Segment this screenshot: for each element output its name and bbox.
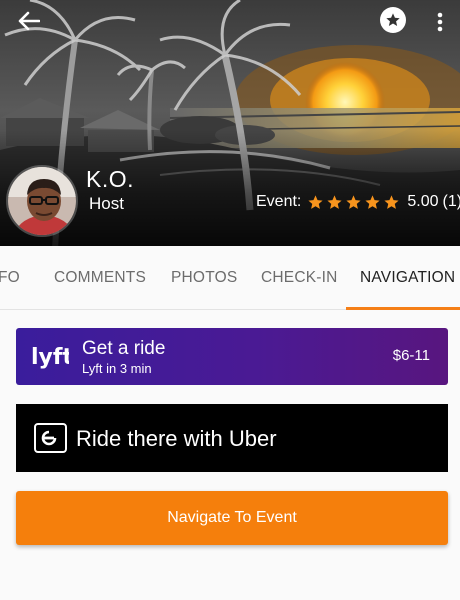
star-icon [308,194,323,209]
tab-check-in[interactable]: CHECK-IN [261,246,338,310]
tab-label: COMMENTS [54,269,147,286]
star-icon [327,194,342,209]
tab-label: CHECK-IN [261,269,338,286]
navigate-to-event-button[interactable]: Navigate To Event [16,491,448,545]
svg-text:lyft: lyft [31,345,69,370]
host-avatar[interactable] [6,165,78,237]
tab-photos[interactable]: PHOTOS [171,246,237,310]
tab-label: NAVIGATION [360,269,456,286]
tab-label: FO [0,269,20,286]
star-icon [384,194,399,209]
event-rating-label: Event: [256,193,302,210]
uber-logo-icon [34,423,67,453]
uber-ride-button[interactable]: Ride there with Uber [16,404,448,472]
navigate-button-label: Navigate To Event [167,509,297,526]
arrow-left-icon [18,11,40,31]
uber-label: Ride there with Uber [76,426,277,451]
tab-label: PHOTOS [171,269,238,286]
lyft-title: Get a ride [82,338,166,359]
tab-navigation[interactable]: NAVIGATION [360,246,455,310]
active-tab-indicator [346,307,460,310]
rating-stars [307,194,400,211]
star-icon [365,194,380,209]
tab-info[interactable]: FO [0,246,20,310]
star-icon [346,194,361,209]
more-vertical-icon [437,12,443,32]
rating-count: (1) [442,193,460,210]
event-rating: Event: 5.00 (1) [256,193,460,211]
tab-comments[interactable]: COMMENTS [54,246,146,310]
rating-value: 5.00 [407,193,439,210]
lyft-price: $6-11 [392,347,430,364]
favorite-button[interactable] [380,7,406,33]
event-header-image: K.O. Host Event: 5.00 (1) [0,0,460,246]
star-circle-icon [386,13,400,26]
lyft-eta: Lyft in 3 min [82,361,152,376]
back-button[interactable] [10,6,48,36]
host-role-label: Host [89,194,124,213]
lyft-logo-icon: lyft [31,345,69,370]
more-options-button[interactable] [428,8,452,36]
host-name: K.O. [86,166,135,192]
event-tabs: FO COMMENTS PHOTOS CHECK-IN NAVIGATION [0,246,460,310]
lyft-ride-button[interactable]: lyft Get a ride Lyft in 3 min $6-11 [16,328,448,385]
